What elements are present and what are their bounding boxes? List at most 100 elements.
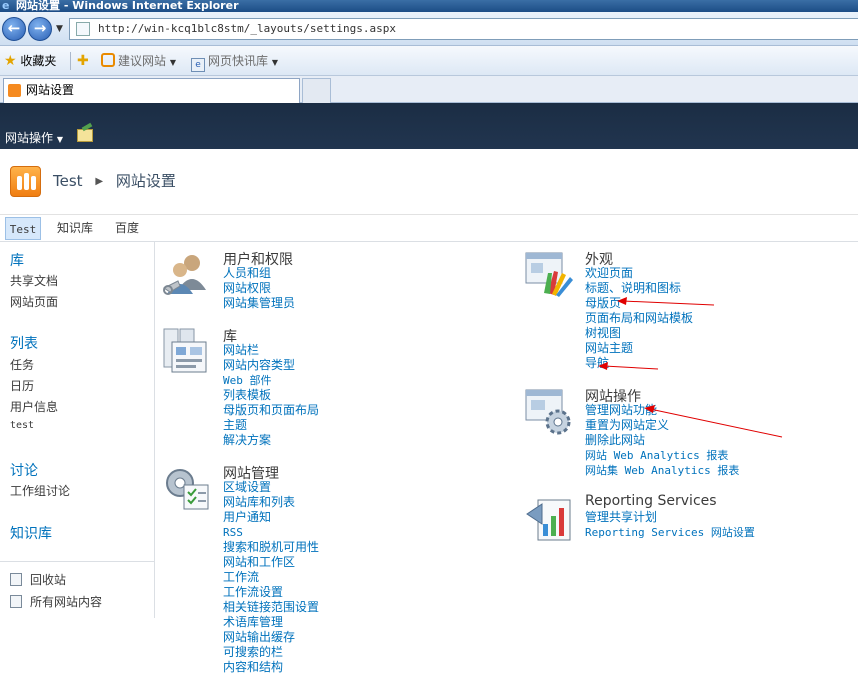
ql-item-team-discussion[interactable]: 工作组讨论	[10, 482, 70, 499]
link-people-and-groups[interactable]: 人员和组	[223, 266, 295, 281]
link-reset-site-definition[interactable]: 重置为网站定义	[585, 418, 739, 433]
ql-heading-lists[interactable]: 列表	[10, 333, 38, 353]
link-list-templates[interactable]: 列表模板	[223, 388, 319, 403]
ql-item-shared-documents[interactable]: 共享文档	[10, 272, 58, 289]
new-tab-button[interactable]	[302, 78, 331, 103]
tab-title: 网站设置	[26, 83, 75, 97]
site-actions-menu[interactable]: 网站操作 ▼	[5, 129, 63, 146]
favorites-bar: ★ 收藏夹 ✚ 建议网站 ▼ e 网页快讯库 ▼	[0, 46, 858, 76]
forward-button[interactable]: →	[28, 17, 52, 41]
all-site-content-icon	[10, 595, 22, 608]
link-tree-view[interactable]: 树视图	[585, 326, 693, 341]
link-site-collection-web-analytics[interactable]: 网站集 Web Analytics 报表	[585, 463, 739, 478]
web-slice-gallery-button[interactable]: e 网页快讯库 ▼	[191, 46, 278, 76]
reporting-services-icon	[526, 499, 571, 541]
site-admin-icon	[166, 469, 209, 510]
ql-item-site-pages[interactable]: 网站页面	[10, 293, 58, 310]
link-site-web-analytics[interactable]: 网站 Web Analytics 报表	[585, 448, 739, 463]
link-master-pages-layouts[interactable]: 母版页和页面布局	[223, 403, 319, 418]
add-favorite-button[interactable]: ✚	[77, 46, 89, 76]
link-workflow-settings[interactable]: 工作流设置	[223, 585, 319, 600]
group-links-users-permissions: 人员和组 网站权限 网站集管理员	[223, 266, 295, 311]
history-dropdown-icon[interactable]: ▼	[56, 24, 63, 34]
link-title-description-icon[interactable]: 标题、说明和图标	[585, 281, 693, 296]
link-solutions[interactable]: 解决方案	[223, 433, 319, 448]
recycle-bin-link[interactable]: 回收站	[10, 571, 66, 588]
link-sites-workspaces[interactable]: 网站和工作区	[223, 555, 319, 570]
link-delete-site[interactable]: 删除此网站	[585, 433, 739, 448]
topnav-item-baidu[interactable]: 百度	[115, 217, 139, 240]
link-searchable-columns[interactable]: 可搜索的栏	[223, 645, 319, 660]
group-links-reporting-services: 管理共享计划 Reporting Services 网站设置	[585, 510, 755, 540]
address-input[interactable]: http://win-kcq1blc8stm/_layouts/settings…	[69, 18, 858, 40]
look-and-feel-icon	[525, 252, 573, 297]
group-title-reporting-services: Reporting Services	[585, 493, 717, 509]
ql-divider	[0, 561, 155, 562]
link-regional-settings[interactable]: 区域设置	[223, 480, 319, 495]
suggested-sites-button[interactable]: 建议网站 ▼	[101, 46, 176, 76]
link-navigation[interactable]: 导航	[585, 356, 693, 371]
link-site-columns[interactable]: 网站栏	[223, 343, 319, 358]
ql-item-calendar[interactable]: 日历	[10, 377, 34, 394]
group-links-galleries: 网站栏 网站内容类型 Web 部件 列表模板 母版页和页面布局 主题 解决方案	[223, 343, 319, 448]
topnav-item-knowledge-base[interactable]: 知识库	[57, 217, 93, 240]
link-web-parts[interactable]: Web 部件	[223, 373, 319, 388]
logo-bar	[17, 176, 22, 190]
favorites-button[interactable]: ★ 收藏夹	[4, 46, 56, 76]
link-search-offline[interactable]: 搜索和脱机可用性	[223, 540, 319, 555]
link-reporting-services-site-settings[interactable]: Reporting Services 网站设置	[585, 525, 755, 540]
favorites-label: 收藏夹	[20, 54, 57, 68]
link-related-links-scope[interactable]: 相关链接范围设置	[223, 600, 319, 615]
site-actions-label: 网站操作	[5, 131, 54, 145]
link-themes[interactable]: 主题	[223, 418, 319, 433]
logo-bar	[24, 173, 29, 190]
link-site-output-cache[interactable]: 网站输出缓存	[223, 630, 319, 645]
link-rss[interactable]: RSS	[223, 525, 319, 540]
link-term-store[interactable]: 术语库管理	[223, 615, 319, 630]
link-site-collection-admins[interactable]: 网站集管理员	[223, 296, 295, 311]
group-links-site-actions: 管理网站功能 重置为网站定义 删除此网站 网站 Web Analytics 报表…	[585, 403, 739, 478]
ql-item-user-information[interactable]: 用户信息	[10, 398, 58, 415]
ql-item-test[interactable]: test	[10, 420, 34, 431]
breadcrumb-current: 网站设置	[115, 172, 176, 190]
sharepoint-ribbon: 网站操作 ▼	[0, 103, 858, 149]
logo-bar	[31, 176, 36, 190]
site-logo[interactable]	[10, 166, 41, 197]
link-manage-site-features[interactable]: 管理网站功能	[585, 403, 739, 418]
back-button[interactable]: ←	[2, 17, 26, 41]
link-manage-shared-schedules[interactable]: 管理共享计划	[585, 510, 755, 525]
ql-heading-libraries[interactable]: 库	[10, 250, 24, 270]
quick-launch: 库 共享文档 网站页面 列表 任务 日历 用户信息 test 讨论 工作组讨论 …	[0, 242, 155, 618]
link-page-layouts-templates[interactable]: 页面布局和网站模板	[585, 311, 693, 326]
sharepoint-favicon-icon	[8, 84, 21, 97]
link-site-permissions[interactable]: 网站权限	[223, 281, 295, 296]
group-links-site-admin: 区域设置 网站库和列表 用户通知 RSS 搜索和脱机可用性 网站和工作区 工作流…	[223, 480, 319, 673]
window-title: 网站设置 - Windows Internet Explorer	[16, 0, 239, 12]
tab-site-settings[interactable]: 网站设置	[3, 78, 300, 103]
tab-bar: 网站设置	[0, 76, 858, 103]
suggested-sites-icon	[101, 53, 115, 67]
link-master-page[interactable]: 母版页	[585, 296, 693, 311]
all-site-content-label: 所有网站内容	[30, 595, 103, 609]
link-site-theme[interactable]: 网站主题	[585, 341, 693, 356]
link-workflows[interactable]: 工作流	[223, 570, 319, 585]
edit-page-icon[interactable]	[77, 129, 93, 142]
ql-item-tasks[interactable]: 任务	[10, 356, 34, 373]
topnav-item-test[interactable]: Test	[5, 217, 41, 240]
breadcrumb-site-link[interactable]: Test	[53, 172, 83, 190]
link-user-alerts[interactable]: 用户通知	[223, 510, 319, 525]
ie-logo-icon: e	[2, 0, 10, 12]
add-favorite-icon: ✚	[77, 53, 89, 69]
chevron-down-icon: ▼	[271, 58, 278, 67]
star-icon: ★	[4, 53, 17, 69]
ql-heading-discussions[interactable]: 讨论	[10, 460, 38, 480]
window-titlebar: e 网站设置 - Windows Internet Explorer	[0, 0, 858, 12]
link-site-libraries-lists[interactable]: 网站库和列表	[223, 495, 319, 510]
link-site-content-types[interactable]: 网站内容类型	[223, 358, 319, 373]
chevron-down-icon: ▼	[169, 58, 176, 67]
link-content-structure[interactable]: 内容和结构	[223, 660, 319, 673]
page-header: Test ▶ 网站设置	[0, 149, 858, 215]
ql-heading-knowledge-base[interactable]: 知识库	[10, 523, 52, 543]
all-site-content-link[interactable]: 所有网站内容	[10, 593, 102, 610]
link-welcome-page[interactable]: 欢迎页面	[585, 266, 693, 281]
